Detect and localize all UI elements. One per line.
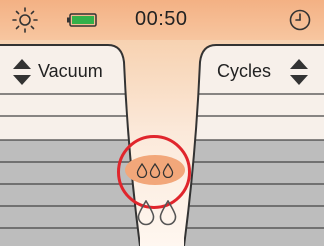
updown-arrows-icon[interactable] (289, 58, 309, 86)
status-bar: 00:50 (0, 0, 324, 40)
vacuum-label: Vacuum (38, 61, 103, 81)
drop-icon (159, 200, 177, 226)
timer-icon[interactable] (289, 9, 311, 31)
two-drops-option[interactable] (137, 200, 177, 226)
drop-icon (137, 200, 155, 226)
updown-arrows-icon[interactable] (12, 58, 32, 86)
battery-icon (67, 13, 97, 27)
vacuum-panel[interactable]: Vacuum (0, 44, 140, 246)
brightness-icon[interactable] (12, 7, 38, 33)
device-screen: 00:50 Vacuum Cycles (0, 0, 324, 246)
cycles-label: Cycles (217, 61, 272, 81)
cycles-panel[interactable]: Cycles (184, 44, 324, 246)
selection-highlight-ring (117, 135, 191, 209)
clock-time: 00:50 (135, 8, 188, 30)
